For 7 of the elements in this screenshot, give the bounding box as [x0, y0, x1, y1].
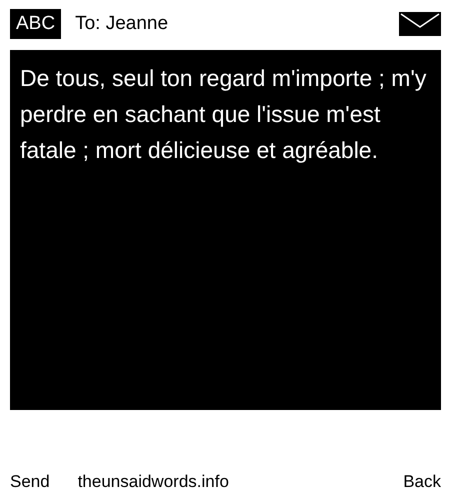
input-mode-indicator: ABC: [10, 9, 62, 39]
recipient-label: To: Jeanne: [75, 13, 170, 35]
back-softkey[interactable]: Back: [403, 472, 441, 492]
envelope-icon: [399, 12, 441, 36]
send-softkey[interactable]: Send: [10, 472, 50, 492]
message-field[interactable]: De tous, seul ton regard m'importe ; m'y perdre en sachant que l'issue m'est fatale ; mort délicieuse et agréable.: [10, 50, 441, 410]
website-label: theunsaidwords.info: [78, 472, 230, 492]
